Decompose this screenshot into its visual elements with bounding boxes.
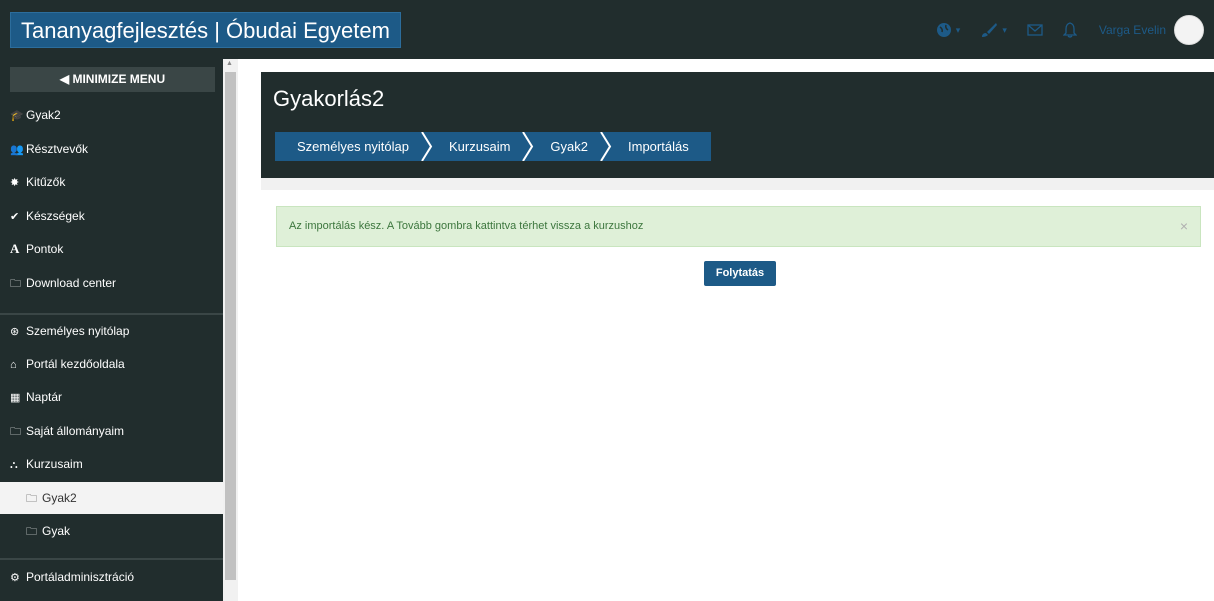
sidebar-item-competencies[interactable]: ✔ Készségek <box>0 200 223 232</box>
sidebar-item-grades[interactable]: A Pontok <box>0 233 223 265</box>
sidebar-item-badges[interactable]: ✸ Kitűzők <box>0 166 223 198</box>
bell-icon[interactable] <box>1062 22 1077 38</box>
sidebar-item-site-home[interactable]: ⌂ Portál kezdőoldala <box>0 348 223 380</box>
breadcrumb-import[interactable]: Importálás <box>608 132 711 161</box>
breadcrumb-separator-icon <box>522 132 534 161</box>
top-navbar: Tananyagfejlesztés | Óbudai Egyetem ▾ ▾ … <box>0 0 1214 59</box>
sidebar-scrollbar[interactable]: ▲ <box>223 59 238 601</box>
close-icon[interactable]: × <box>1180 207 1188 246</box>
scroll-up-arrow-icon[interactable]: ▲ <box>226 60 233 67</box>
home-icon: ⌂ <box>10 359 17 371</box>
envelope-icon[interactable] <box>1027 24 1043 36</box>
badge-icon: ✸ <box>10 177 20 189</box>
breadcrumb: Személyes nyitólap Kurzusaim Gyak2 Impor… <box>275 132 711 161</box>
graduation-cap-icon: 🎓 <box>10 110 24 122</box>
sidebar-item-gyak2-course[interactable]: 🎓 Gyak2 <box>0 99 223 131</box>
breadcrumb-gyak2[interactable]: Gyak2 <box>530 132 612 161</box>
continue-button[interactable]: Folytatás <box>704 261 776 286</box>
dashboard-icon: ⊛ <box>10 326 20 338</box>
folder-icon: 🗀 <box>26 526 37 538</box>
breadcrumb-dashboard[interactable]: Személyes nyitólap <box>275 132 433 161</box>
sidebar-item-download-center[interactable]: 🗀 Download center <box>0 267 223 299</box>
sidebar-item-dashboard[interactable]: ⊛ Személyes nyitólap <box>0 315 223 347</box>
minimize-menu-button[interactable]: ◀ MINIMIZE MENU <box>10 67 215 92</box>
folder-icon: 🗀 <box>10 426 21 438</box>
folder-icon: 🗀 <box>10 278 21 290</box>
breadcrumb-separator-icon <box>421 132 433 161</box>
page-header: Gyakorlás2 Személyes nyitólap Kurzusaim … <box>261 72 1214 178</box>
success-alert: Az importálás kész. A Tovább gombra katt… <box>276 206 1201 247</box>
paintbrush-icon[interactable]: ▾ <box>980 22 1007 38</box>
page-title: Gyakorlás2 <box>273 86 385 111</box>
check-circle-icon: ✔ <box>10 211 20 223</box>
sidebar: ◀ MINIMIZE MENU 🎓 Gyak2 👥 Résztvevők ✸ Kitű… <box>0 59 223 601</box>
sidebar-item-participants[interactable]: 👥 Résztvevők <box>0 133 223 165</box>
sitemap-icon: ⛬ <box>10 459 18 471</box>
sidebar-item-private-files[interactable]: 🗀 Saját állományaim <box>0 415 223 447</box>
sidebar-item-gyak2[interactable]: 🗀 Gyak2 <box>0 482 223 514</box>
navbar-right: ▾ ▾ Varga Evelin <box>916 14 1204 46</box>
sidebar-divider <box>0 558 223 560</box>
cogs-icon: ⚙ <box>10 572 20 584</box>
site-brand[interactable]: Tananyagfejlesztés | Óbudai Egyetem <box>10 12 401 48</box>
arrow-circle-left-icon: ◀ <box>59 72 70 86</box>
sidebar-item-gyak[interactable]: 🗀 Gyak <box>0 515 223 547</box>
minimize-menu-label: MINIMIZE MENU <box>72 72 166 86</box>
sidebar-item-calendar[interactable]: ▦ Naptár <box>0 381 223 413</box>
grade-icon: A <box>10 241 20 256</box>
globe-icon[interactable]: ▾ <box>936 22 960 38</box>
avatar[interactable] <box>1174 15 1204 45</box>
scrollbar-thumb[interactable] <box>225 72 236 580</box>
breadcrumb-separator-icon <box>600 132 612 161</box>
users-icon: 👥 <box>10 144 24 156</box>
calendar-icon: ▦ <box>10 392 21 404</box>
sidebar-item-my-courses[interactable]: ⛬ Kurzusaim <box>0 448 223 480</box>
breadcrumb-my-courses[interactable]: Kurzusaim <box>429 132 534 161</box>
folder-icon: 🗀 <box>26 493 37 505</box>
sidebar-item-site-admin[interactable]: ⚙ Portáladminisztráció <box>0 561 223 593</box>
header-divider-band <box>261 178 1214 190</box>
alert-message: Az importálás kész. A Tovább gombra katt… <box>289 220 644 232</box>
user-name[interactable]: Varga Evelin <box>1099 23 1166 37</box>
